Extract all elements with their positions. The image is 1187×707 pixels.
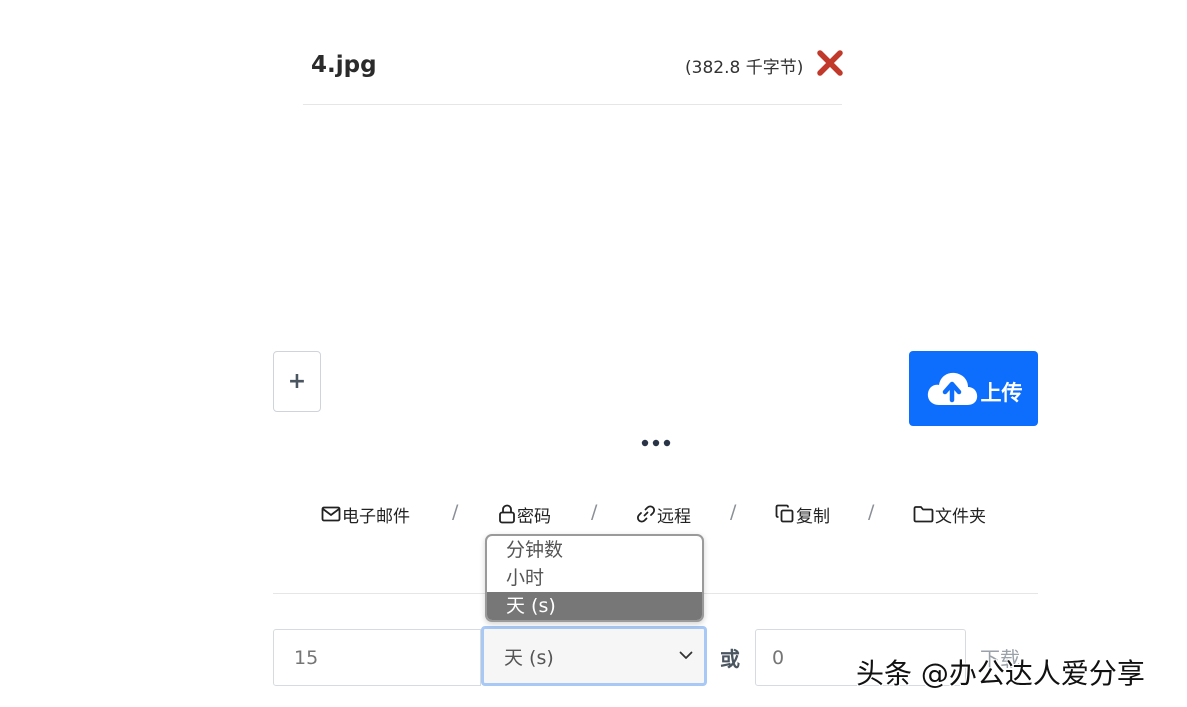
file-size: (382.8 千字节) <box>685 58 804 78</box>
option-remote[interactable]: 远程 <box>636 501 691 527</box>
watermark-text: 头条 @办公达人爱分享 <box>856 657 1145 690</box>
envelope-icon <box>321 506 341 522</box>
separator: / <box>591 501 598 523</box>
option-folder[interactable]: 文件夹 <box>913 501 986 527</box>
file-name: 4.jpg <box>311 52 377 78</box>
ellipsis-icon <box>641 439 671 447</box>
close-x-icon <box>817 50 843 76</box>
chevron-down-icon <box>679 651 693 659</box>
separator: / <box>452 501 459 523</box>
option-copy[interactable]: 复制 <box>775 501 830 527</box>
link-icon <box>636 505 656 523</box>
expiry-amount-input[interactable] <box>273 629 481 686</box>
option-copy-label: 复制 <box>796 506 830 527</box>
separator: / <box>868 501 875 523</box>
expiry-unit-value: 天 (s) <box>504 646 554 669</box>
folder-icon <box>913 506 934 523</box>
separator: / <box>730 501 737 523</box>
lock-icon <box>499 504 515 524</box>
upload-button[interactable]: 上传 <box>909 351 1038 426</box>
or-label: 或 <box>720 647 740 671</box>
more-options-button[interactable] <box>640 433 672 453</box>
option-email-label: 电子邮件 <box>342 506 410 527</box>
dropdown-option-hours[interactable]: 小时 <box>487 564 702 592</box>
upload-label: 上传 <box>980 380 1023 405</box>
option-email[interactable]: 电子邮件 <box>321 501 410 527</box>
copy-icon <box>775 504 794 523</box>
option-password[interactable]: 密码 <box>498 501 551 527</box>
remove-file-button[interactable] <box>816 48 844 78</box>
option-password-label: 密码 <box>517 506 551 527</box>
unit-dropdown-list: 分钟数 小时 天 (s) <box>485 534 704 622</box>
expiry-unit-select[interactable]: 天 (s) <box>481 626 707 686</box>
cloud-upload-icon <box>927 372 977 405</box>
divider <box>303 104 842 105</box>
dropdown-option-days[interactable]: 天 (s) <box>487 592 702 620</box>
add-file-button[interactable]: + <box>273 351 321 412</box>
option-folder-label: 文件夹 <box>935 506 986 527</box>
dropdown-option-minutes[interactable]: 分钟数 <box>487 536 702 564</box>
option-remote-label: 远程 <box>657 506 691 527</box>
